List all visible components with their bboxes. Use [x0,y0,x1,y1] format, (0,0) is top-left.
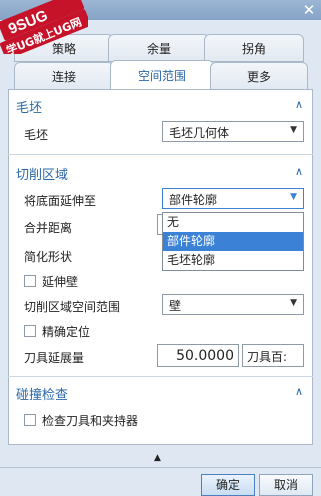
extend-floor-dropdown-list: 无 部件轮廓 毛坯轮廓 [162,212,304,271]
cut-region-space-label: 切削区域空间范围 [24,300,121,314]
ok-button[interactable]: 确定 [201,474,255,496]
dropdown-option-part-outline[interactable]: 部件轮廓 [163,232,303,251]
section-title-blank: 毛坯 [16,101,43,116]
cancel-button[interactable]: 取消 [259,474,313,496]
check-tool-holder-label: 检查刀具和夹持器 [42,414,139,428]
dropdown-arrow-icon: ▼ [290,125,297,135]
section-title-collision: 碰撞检查 [16,388,69,403]
blank-select-value: 毛坯几何体 [169,126,230,140]
dropdown-option-blank-outline[interactable]: 毛坯轮廓 [163,251,303,270]
section-divider [8,154,313,155]
merge-distance-label: 合并距离 [24,221,73,235]
watermark-logo: 9SUG 学UG就上UG网 [0,0,88,54]
cut-region-space-value: 壁 [169,299,182,313]
dropdown-arrow-icon: ▼ [290,298,297,308]
collapse-dialog-icon[interactable]: ▲ [154,453,161,463]
blank-label: 毛坯 [24,128,49,142]
tab-connect[interactable]: 连接 [14,62,114,90]
precise-position-label: 精确定位 [42,325,91,339]
tab-more[interactable]: 更多 [210,62,308,90]
precise-position-checkbox[interactable] [24,325,36,337]
tool-extension-unit-value: 刀具百: [247,350,288,364]
collapse-collision-icon[interactable]: ∧ [295,385,303,398]
tool-extension-input[interactable]: 50.0000 [157,344,239,367]
close-icon[interactable]: ✕ [301,2,317,18]
tab-space-range[interactable]: 空间范围 [110,60,214,90]
extend-floor-value: 部件轮廓 [169,193,218,207]
section-divider [8,376,313,377]
dropdown-arrow-icon: ▼ [290,192,297,202]
simplify-shape-label: 简化形状 [24,250,73,264]
blank-select[interactable]: 毛坯几何体 ▼ [162,121,304,142]
tab-stock[interactable]: 余量 [108,34,210,62]
collapse-blank-icon[interactable]: ∧ [295,98,303,111]
tool-extension-label: 刀具延展量 [24,351,85,365]
dropdown-option-none[interactable]: 无 [163,213,303,232]
extend-wall-checkbox[interactable] [24,275,36,287]
check-tool-holder-checkbox[interactable] [24,414,36,426]
footer-divider [0,467,321,468]
cut-region-space-select[interactable]: 壁 ▼ [162,294,304,315]
collapse-cut-region-icon[interactable]: ∧ [295,165,303,178]
tool-extension-unit-select[interactable]: 刀具百: [242,344,304,367]
extend-wall-label: 延伸壁 [42,275,79,289]
section-title-cut-region: 切削区域 [16,168,69,183]
extend-floor-label: 将底面延伸至 [24,194,97,208]
tool-extension-value: 50.0000 [176,348,234,364]
tab-corner[interactable]: 拐角 [204,34,304,62]
extend-floor-select[interactable]: 部件轮廓 ▼ [162,188,304,209]
